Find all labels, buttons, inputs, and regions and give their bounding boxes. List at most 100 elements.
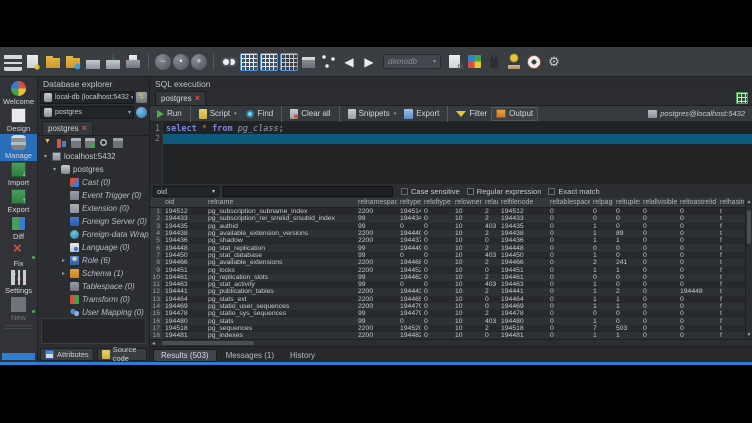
- grid-cell[interactable]: pg_publication_tables: [205, 288, 355, 295]
- grid-cell[interactable]: 0: [640, 288, 677, 295]
- grid-cell[interactable]: 1: [590, 288, 613, 295]
- grid-cell[interactable]: 10: [452, 310, 482, 317]
- grid-cell[interactable]: 0: [482, 266, 498, 273]
- grid-cell[interactable]: 0: [677, 332, 717, 339]
- grid-cell[interactable]: 194451: [162, 266, 205, 273]
- grid-cell[interactable]: 7: [590, 325, 613, 332]
- tab-messages[interactable]: Messages (1): [219, 349, 281, 362]
- grid-cell[interactable]: 2: [482, 325, 498, 332]
- grid-cell[interactable]: pg_shadow: [205, 237, 355, 244]
- table-row[interactable]: 14194469pg_statio_user_sequences22001944…: [150, 303, 745, 310]
- grid-cell[interactable]: 0: [421, 230, 452, 237]
- grid-cell[interactable]: 194434: [397, 215, 421, 222]
- grid-cell[interactable]: 1: [613, 303, 640, 310]
- grid-cell[interactable]: 0: [640, 244, 677, 251]
- nav-item-fix[interactable]: Fix: [0, 242, 37, 269]
- grid-cell[interactable]: 2200: [355, 296, 397, 303]
- grid-cell[interactable]: 0: [613, 274, 640, 281]
- grid-cell[interactable]: pg_stats_ext: [205, 296, 355, 303]
- tree-item-localhost:5432[interactable]: ▾localhost:5432: [38, 150, 149, 163]
- form-view-icon[interactable]: [260, 53, 278, 71]
- grid-cell[interactable]: 194438: [162, 230, 205, 237]
- checkbox-case-sensitive[interactable]: Case sensitive: [401, 187, 460, 196]
- grid-cell[interactable]: 1: [590, 266, 613, 273]
- row-number-cell[interactable]: 3: [150, 223, 162, 230]
- grid-cell[interactable]: 194461: [162, 274, 205, 281]
- tree-item-language[interactable]: Language (0): [38, 241, 149, 254]
- grid-cell[interactable]: 0: [613, 215, 640, 222]
- grid-cell[interactable]: t: [717, 274, 744, 281]
- grid-cell[interactable]: f: [717, 332, 744, 339]
- grid-cell[interactable]: 194481: [498, 332, 547, 339]
- column-header-relpages[interactable]: relpages: [590, 198, 613, 207]
- vertical-scrollbar[interactable]: ▲ ▼: [745, 198, 752, 339]
- grid-cell[interactable]: 0: [547, 281, 590, 288]
- grid-cell[interactable]: 0: [640, 332, 677, 339]
- explorer-tab-postgres[interactable]: postgres ×: [42, 121, 93, 135]
- row-number-cell[interactable]: 8: [150, 259, 162, 266]
- grid-cell[interactable]: 0: [640, 317, 677, 324]
- checkbox-exact-match[interactable]: Exact match: [548, 187, 599, 196]
- grid-cell[interactable]: 10: [452, 259, 482, 266]
- table-row[interactable]: 12194441pg_publication_tables22001944430…: [150, 288, 745, 295]
- table-row[interactable]: 6194448pg_stat_replication99194449010219…: [150, 244, 745, 251]
- compare-icon[interactable]: [220, 53, 238, 71]
- grid-cell[interactable]: 194469: [498, 303, 547, 310]
- row-number-cell[interactable]: 12: [150, 288, 162, 295]
- tab-history[interactable]: History: [283, 349, 322, 362]
- grid-cell[interactable]: 0: [421, 259, 452, 266]
- editor-line-2[interactable]: [163, 134, 752, 144]
- grid-cell[interactable]: 194518: [162, 325, 205, 332]
- grid-cell[interactable]: 1: [590, 332, 613, 339]
- delete-icon[interactable]: [113, 138, 123, 148]
- tab-source-code[interactable]: Source code: [97, 348, 147, 361]
- grid-cell[interactable]: 194465: [397, 296, 421, 303]
- grid-cell[interactable]: 99: [355, 274, 397, 281]
- grid-cell[interactable]: 0: [421, 215, 452, 222]
- column-header-relname[interactable]: relname: [205, 198, 355, 207]
- new-file-icon[interactable]: [24, 53, 42, 71]
- grid-cell[interactable]: 0: [677, 310, 717, 317]
- grid-cell[interactable]: 194464: [498, 296, 547, 303]
- grid-cell[interactable]: f: [717, 296, 744, 303]
- grid-cell[interactable]: pg_locks: [205, 266, 355, 273]
- grid-cell[interactable]: 194435: [498, 223, 547, 230]
- grid-cell[interactable]: f: [717, 266, 744, 273]
- table-row[interactable]: 10194461pg_replication_slots991944620102…: [150, 274, 745, 281]
- row-number-cell[interactable]: 7: [150, 252, 162, 259]
- grid-cell[interactable]: 194478: [162, 310, 205, 317]
- connect-icon[interactable]: [136, 92, 147, 103]
- grid-cell[interactable]: 10: [452, 317, 482, 324]
- grid-cell[interactable]: pg_statio_sys_sequences: [205, 310, 355, 317]
- expander-icon[interactable]: ▾: [42, 153, 49, 160]
- grid-cell[interactable]: t: [717, 259, 744, 266]
- grid-cell[interactable]: 1: [613, 266, 640, 273]
- snippets-button[interactable]: Snippets▾: [344, 107, 401, 121]
- grid-cell[interactable]: pg_sequences: [205, 325, 355, 332]
- grid-cell[interactable]: 0: [677, 223, 717, 230]
- grid-cell[interactable]: 194464: [162, 296, 205, 303]
- nav-item-export[interactable]: Export: [0, 188, 37, 215]
- grid-cell[interactable]: 0: [640, 325, 677, 332]
- export-archive-icon[interactable]: [104, 53, 122, 71]
- table-row[interactable]: 16194480pg_stats99001040319448001000f: [150, 317, 745, 324]
- grid-cell[interactable]: 194443: [397, 288, 421, 295]
- grid-cell[interactable]: 0: [613, 223, 640, 230]
- grid-cell[interactable]: t: [717, 230, 744, 237]
- table-row[interactable]: 2194433pg_subscription_rel_srrelid_srsub…: [150, 215, 745, 222]
- table-row[interactable]: 11194463pg_stat_activity9900104031944630…: [150, 281, 745, 288]
- grid-cell[interactable]: 194514: [397, 208, 421, 215]
- column-header-reltuples[interactable]: reltuples: [613, 198, 640, 207]
- grid-cell[interactable]: 194448: [677, 288, 717, 295]
- tab-attributes[interactable]: Attributes: [40, 348, 94, 361]
- grid-cell[interactable]: 0: [677, 208, 717, 215]
- grid-cell[interactable]: 0: [677, 215, 717, 222]
- row-number-cell[interactable]: 13: [150, 296, 162, 303]
- back-icon[interactable]: [340, 53, 358, 71]
- grid-cell[interactable]: 2: [482, 215, 498, 222]
- close-icon[interactable]: ×: [195, 94, 200, 103]
- donate-icon[interactable]: [505, 53, 523, 71]
- grid-cell[interactable]: t: [717, 310, 744, 317]
- grid-cell[interactable]: 403: [482, 317, 498, 324]
- grid-cell[interactable]: 1: [590, 303, 613, 310]
